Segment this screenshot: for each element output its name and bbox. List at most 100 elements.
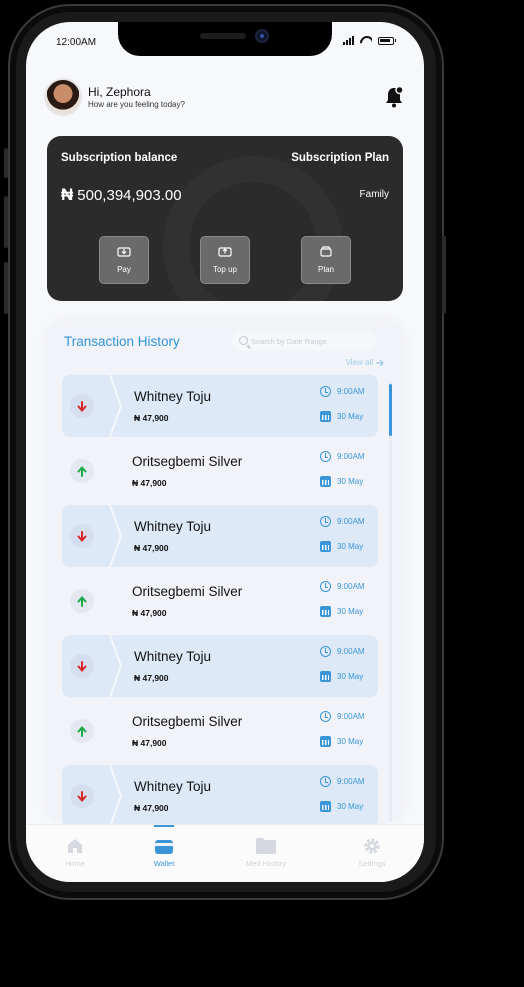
transaction-date: 30 May xyxy=(320,801,363,812)
tab-med-history[interactable]: Med History xyxy=(231,837,301,868)
transaction-date: 30 May xyxy=(320,411,363,422)
pay-icon xyxy=(117,247,131,257)
arrow-up-icon xyxy=(70,589,94,613)
row-divider-chevron xyxy=(109,765,123,827)
clock-icon xyxy=(320,646,331,657)
transaction-amount: ₦ 47,900 xyxy=(134,413,169,423)
mute-switch xyxy=(4,148,8,178)
transaction-date-value: 30 May xyxy=(337,737,364,746)
balance-label: Subscription balance xyxy=(61,152,178,164)
plan-value: Family xyxy=(359,189,389,200)
pay-label: Pay xyxy=(117,265,131,274)
transaction-list: Whitney Toju ₦ 47,900 9:00AM 30 May Oritsegb… xyxy=(62,375,378,830)
plan-label: Subscription Plan xyxy=(291,152,389,164)
notch xyxy=(118,22,332,56)
transaction-time-value: 9:00AM xyxy=(337,712,365,721)
row-divider-chevron xyxy=(109,635,123,697)
transaction-date: 30 May xyxy=(320,541,363,552)
transaction-amount: ₦ 47,900 xyxy=(134,803,169,813)
speaker xyxy=(200,33,246,39)
transaction-amount: ₦ 47,900 xyxy=(132,738,167,748)
transaction-history-title: Transaction History xyxy=(64,334,180,349)
naira-symbol: ₦ xyxy=(61,185,74,204)
transaction-row[interactable]: Whitney Toju ₦ 47,900 9:00AM 30 May xyxy=(62,505,378,567)
transaction-date-value: 30 May xyxy=(337,477,364,486)
tab-med-history-label: Med History xyxy=(245,859,286,868)
view-all-link[interactable]: View all xyxy=(346,358,384,367)
user-header: Hi, Zephora How are you feeling today? xyxy=(44,78,185,116)
transaction-time: 9:00AM xyxy=(320,776,365,787)
transaction-amount: ₦ 47,900 xyxy=(134,543,169,553)
calendar-icon xyxy=(320,801,331,812)
calendar-icon xyxy=(320,476,331,487)
arrow-down-icon xyxy=(70,524,94,548)
tab-home[interactable]: Home xyxy=(40,837,110,868)
transaction-time-value: 9:00AM xyxy=(337,387,365,396)
transaction-name: Whitney Toju xyxy=(134,649,212,664)
calendar-icon xyxy=(320,606,331,617)
transaction-name: Whitney Toju xyxy=(134,779,212,794)
pay-button[interactable]: Pay xyxy=(99,236,149,284)
date-range-input[interactable] xyxy=(251,337,371,346)
home-icon xyxy=(68,839,82,853)
top-up-icon xyxy=(218,247,232,257)
view-all-label: View all xyxy=(345,358,373,367)
notification-bell-icon[interactable] xyxy=(384,86,404,108)
active-tab-indicator xyxy=(154,825,174,827)
arrow-down-icon xyxy=(70,394,94,418)
transaction-row[interactable]: Oritsegbemi Silver ₦ 47,900 9:00AM 30 May xyxy=(62,440,378,502)
transaction-date: 30 May xyxy=(320,476,363,487)
greeting: Hi, Zephora xyxy=(88,85,151,99)
transaction-row[interactable]: Oritsegbemi Silver ₦ 47,900 9:00AM 30 May xyxy=(62,570,378,632)
volume-up-button xyxy=(4,196,8,248)
tab-wallet[interactable]: Wallet xyxy=(129,837,199,868)
plan-action-label: Plan xyxy=(317,265,334,274)
tab-wallet-label: Wallet xyxy=(153,859,175,868)
row-divider-chevron xyxy=(109,375,123,437)
search-icon xyxy=(239,336,248,345)
transaction-name: Whitney Toju xyxy=(134,519,212,534)
app-screen: 12:00AM Hi, Zephora How are you feeling … xyxy=(26,22,424,882)
camera xyxy=(255,29,269,43)
transaction-date-value: 30 May xyxy=(337,607,364,616)
transaction-name: Oritsegbemi Silver xyxy=(132,584,243,599)
battery-icon xyxy=(378,36,396,45)
volume-down-button xyxy=(4,262,8,314)
clock-icon xyxy=(320,386,331,397)
scrollbar-track[interactable] xyxy=(389,382,392,822)
transaction-time-value: 9:00AM xyxy=(337,582,365,591)
transaction-name: Oritsegbemi Silver xyxy=(132,714,243,729)
transaction-time: 9:00AM xyxy=(320,711,365,722)
transaction-amount: ₦ 47,900 xyxy=(134,673,169,683)
greeting-subtitle: How are you feeling today? xyxy=(88,100,185,109)
power-button xyxy=(442,236,446,314)
clock-icon xyxy=(320,711,331,722)
calendar-icon xyxy=(320,671,331,682)
transaction-row[interactable]: Whitney Toju ₦ 47,900 9:00AM 30 May xyxy=(62,635,378,697)
arrow-right-icon xyxy=(376,359,384,366)
plan-button[interactable]: Plan xyxy=(301,236,351,284)
status-time: 12:00AM xyxy=(56,37,97,48)
avatar[interactable] xyxy=(44,78,82,116)
gear-icon xyxy=(364,838,380,854)
transaction-row[interactable]: Whitney Toju ₦ 47,900 9:00AM 30 May xyxy=(62,765,378,827)
wifi-icon xyxy=(360,36,372,45)
row-divider-chevron xyxy=(109,505,123,567)
arrow-down-icon xyxy=(70,784,94,808)
scrollbar-thumb[interactable] xyxy=(389,384,392,436)
date-range-search[interactable] xyxy=(231,332,377,351)
top-up-button[interactable]: Top up xyxy=(200,236,250,284)
clock-icon xyxy=(320,776,331,787)
transaction-row[interactable]: Whitney Toju ₦ 47,900 9:00AM 30 May xyxy=(62,375,378,437)
transaction-date: 30 May xyxy=(320,671,363,682)
signal-icon xyxy=(343,36,354,45)
clock-icon xyxy=(320,516,331,527)
transaction-date-value: 30 May xyxy=(337,412,364,421)
tab-settings[interactable]: Settings xyxy=(337,837,407,868)
transaction-row[interactable]: Oritsegbemi Silver ₦ 47,900 9:00AM 30 May xyxy=(62,700,378,762)
clock-icon xyxy=(320,451,331,462)
balance-value: 500,394,903.00 xyxy=(77,186,182,204)
calendar-icon xyxy=(320,736,331,747)
plan-wallet-icon xyxy=(320,246,332,257)
top-up-label: Top up xyxy=(212,265,238,274)
